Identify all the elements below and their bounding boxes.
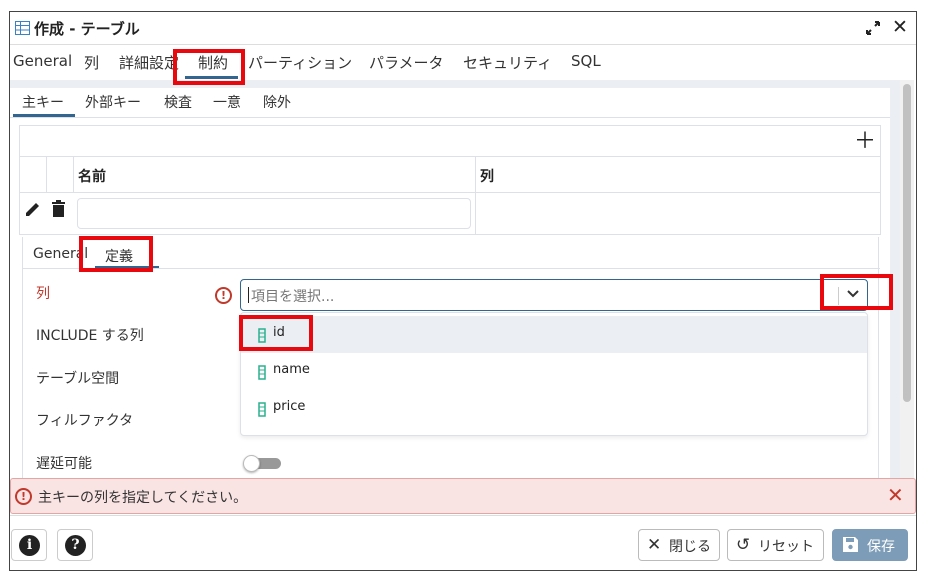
title-bar: 作成 - テーブル ✕ <box>10 12 916 45</box>
chevron-down-icon[interactable] <box>846 289 860 299</box>
active-tab-indicator <box>185 76 238 79</box>
table-icon <box>15 21 30 35</box>
grid-header: 名前 列 <box>20 156 880 193</box>
subtab-divider <box>10 117 890 118</box>
add-icon[interactable]: ＋ <box>854 131 876 153</box>
option-label: price <box>273 399 306 414</box>
scrollbar[interactable] <box>900 80 914 484</box>
definition-tab-divider <box>23 268 880 269</box>
tab-security[interactable]: セキュリティ <box>463 52 552 73</box>
tab-constraints[interactable]: 制約 <box>198 52 228 73</box>
info-button[interactable]: i <box>11 529 47 561</box>
tab-unique[interactable]: 一意 <box>213 92 241 112</box>
error-icon: ! <box>15 488 32 505</box>
column-select[interactable]: 項目を選択... <box>240 279 868 311</box>
error-banner: ! 主キーの列を指定してください。 ✕ <box>10 478 916 514</box>
tab-foreign-key[interactable]: 外部キー <box>85 92 141 112</box>
column-divider <box>475 193 476 235</box>
primary-key-grid: ＋ 名前 列 <box>19 125 881 235</box>
column-dropdown-menu: id name price <box>240 312 868 436</box>
dropdown-option-id[interactable]: id <box>241 316 867 353</box>
reset-button[interactable]: ↺ リセット <box>727 529 824 561</box>
save-button[interactable]: 保存 <box>832 529 908 561</box>
tab-general[interactable]: General <box>13 52 72 70</box>
error-message: 主キーの列を指定してください。 <box>38 490 248 506</box>
tab-definition[interactable]: 定義 <box>105 246 133 266</box>
tab-parameters[interactable]: パラメータ <box>369 52 444 73</box>
dialog-footer: i ? ✕ 閉じる ↺ リセット 保存 <box>10 515 916 570</box>
reset-icon: ↺ <box>736 535 751 555</box>
deferrable-label: 遅延可能 <box>36 456 92 472</box>
help-button[interactable]: ? <box>57 529 93 561</box>
tab-partitions[interactable]: パーティション <box>248 52 352 73</box>
scrollbar-thumb[interactable] <box>903 84 911 402</box>
option-label: name <box>273 362 310 377</box>
tab-check[interactable]: 検査 <box>164 92 192 112</box>
column-icon <box>258 402 266 417</box>
dropdown-option-price[interactable]: price <box>241 390 867 427</box>
column-header-name: 名前 <box>78 169 106 185</box>
trash-icon[interactable] <box>52 200 65 217</box>
column-icon <box>258 365 266 380</box>
save-icon <box>843 537 858 552</box>
table-row <box>20 193 880 235</box>
column-divider <box>46 157 47 192</box>
warning-icon: ! <box>215 287 232 304</box>
deferrable-toggle[interactable] <box>243 455 283 472</box>
column-divider <box>475 157 476 192</box>
close-button[interactable]: ✕ 閉じる <box>638 529 720 561</box>
column-divider <box>73 157 74 192</box>
select-divider <box>838 287 839 305</box>
create-table-dialog: 作成 - テーブル ✕ General 列 詳細設定 制約 パーティション パラ… <box>9 11 917 571</box>
tab-primary-key[interactable]: 主キー <box>22 92 64 112</box>
tab-advanced[interactable]: 詳細設定 <box>119 52 179 73</box>
column-label: 列 <box>36 286 50 302</box>
fillfactor-label: フィルファクタ <box>36 413 134 429</box>
column-icon <box>258 328 266 343</box>
close-icon[interactable]: ✕ <box>892 17 908 37</box>
tab-exclude[interactable]: 除外 <box>263 92 291 112</box>
tab-sql[interactable]: SQL <box>571 52 601 70</box>
constraint-name-input[interactable] <box>77 198 471 229</box>
save-button-label: 保存 <box>867 539 895 555</box>
main-tabs: General 列 詳細設定 制約 パーティション パラメータ セキュリティ S… <box>10 46 916 80</box>
select-placeholder: 項目を選択... <box>251 289 335 305</box>
reset-button-label: リセット <box>758 539 814 555</box>
include-label: INCLUDE する列 <box>36 328 144 344</box>
dropdown-option-name[interactable]: name <box>241 353 867 390</box>
help-icon: ? <box>65 535 86 556</box>
expand-icon[interactable] <box>865 20 881 36</box>
tab-columns[interactable]: 列 <box>84 52 99 73</box>
close-icon: ✕ <box>647 535 662 555</box>
close-button-label: 閉じる <box>669 539 711 555</box>
tablespace-label: テーブル空間 <box>36 371 120 387</box>
text-cursor <box>248 287 249 303</box>
option-label: id <box>273 325 285 340</box>
column-header-columns: 列 <box>480 169 494 185</box>
tab-definition-general[interactable]: General <box>33 246 88 262</box>
close-error-icon[interactable]: ✕ <box>887 484 904 506</box>
dialog-title: 作成 - テーブル <box>34 20 140 38</box>
toggle-knob <box>243 455 260 472</box>
edit-icon[interactable] <box>25 201 41 217</box>
info-icon: i <box>19 535 40 556</box>
